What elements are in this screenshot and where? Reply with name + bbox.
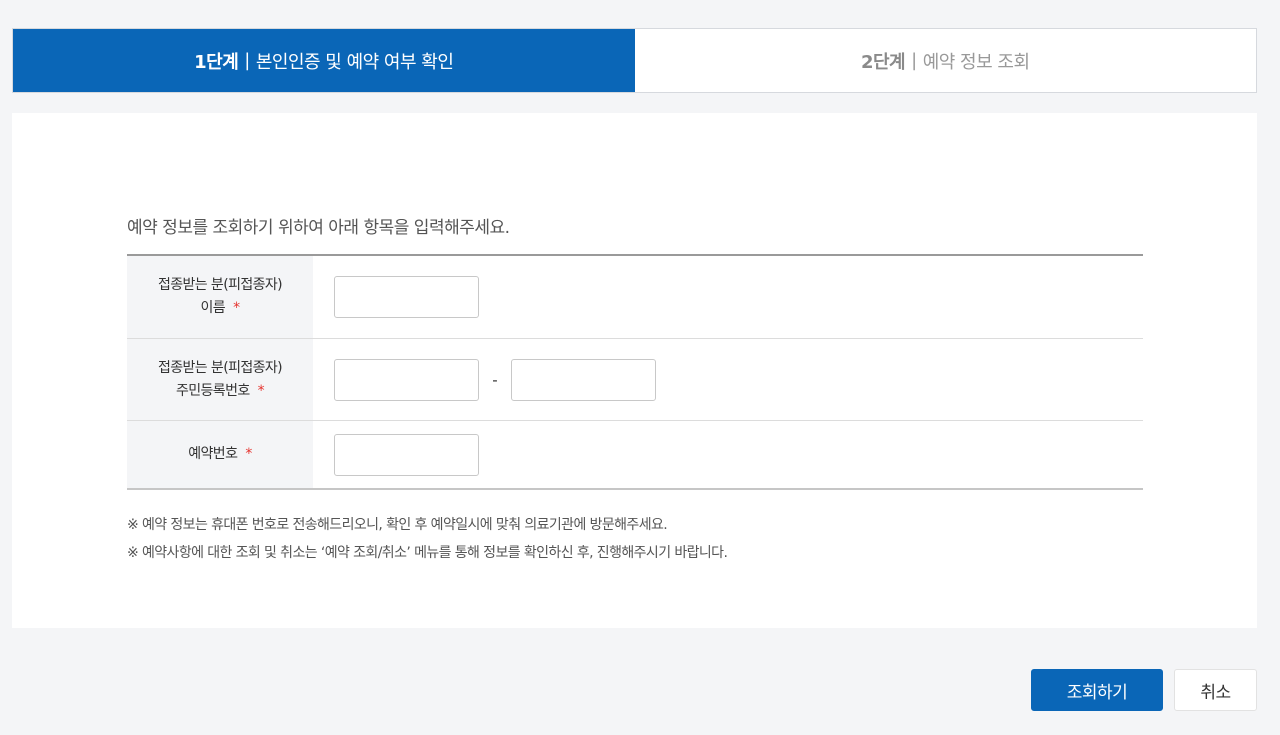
submit-button[interactable]: 조회하기: [1031, 669, 1163, 711]
name-label-line2-wrap: 이름 *: [200, 297, 241, 320]
step-1-number: 1단계: [194, 51, 239, 73]
notice-list: ※ 예약 정보는 휴대폰 번호로 전송해드리오니, 확인 후 예약일시에 맞춰 …: [127, 511, 728, 567]
name-cell: [313, 256, 1143, 338]
cancel-button[interactable]: 취소: [1174, 669, 1257, 711]
step-indicator: 1단계 | 본인인증 및 예약 여부 확인 2단계 | 예약 정보 조회: [12, 28, 1257, 93]
rrn-label-line1: 접종받는 분(피접종자): [157, 359, 283, 376]
reservation-row: 예약번호 *: [127, 420, 1143, 488]
rrn-label-line2-wrap: 주민등록번호 *: [175, 380, 265, 403]
step-1-separator: |: [244, 50, 250, 71]
reservation-label: 예약번호 *: [127, 421, 313, 488]
required-mark: *: [257, 382, 265, 399]
step-1: 1단계 | 본인인증 및 예약 여부 확인: [13, 29, 635, 92]
notice-item-2: ※ 예약사항에 대한 조회 및 취소는 ‘예약 조회/취소’ 메뉴를 통해 정보…: [127, 545, 728, 561]
name-row: 접종받는 분(피접종자) 이름 *: [127, 256, 1143, 338]
rrn-cell: -: [313, 339, 1143, 420]
name-label-line1: 접종받는 분(피접종자): [157, 277, 283, 293]
reservation-label-wrap: 예약번호 *: [188, 443, 252, 466]
rrn-separator: -: [492, 370, 498, 389]
form-intro: 예약 정보를 조회하기 위하여 아래 항목을 입력해주세요.: [127, 218, 510, 238]
required-mark: *: [245, 446, 252, 462]
rrn-label-line2: 주민등록번호: [175, 382, 250, 399]
step-2-separator: |: [911, 50, 917, 71]
name-input[interactable]: [334, 276, 479, 318]
notice-item-1: ※ 예약 정보는 휴대폰 번호로 전송해드리오니, 확인 후 예약일시에 맞춰 …: [127, 517, 668, 533]
reservation-number-input[interactable]: [334, 433, 479, 476]
step-2: 2단계 | 예약 정보 조회: [634, 29, 1256, 92]
step-2-label: 예약 정보 조회: [922, 51, 1030, 73]
form-panel: 예약 정보를 조회하기 위하여 아래 항목을 입력해주세요. 접종받는 분(피접…: [12, 113, 1257, 628]
rrn-label: 접종받는 분(피접종자) 주민등록번호 *: [127, 339, 313, 420]
step-1-label: 본인인증 및 예약 여부 확인: [255, 51, 454, 73]
rrn-row: 접종받는 분(피접종자) 주민등록번호 * -: [127, 338, 1143, 420]
step-2-number: 2단계: [860, 51, 906, 73]
name-label: 접종받는 분(피접종자) 이름 *: [127, 256, 313, 338]
name-label-line2: 이름: [200, 300, 226, 316]
required-mark: *: [233, 300, 240, 316]
rrn-front-input[interactable]: [334, 358, 479, 401]
form-table: 접종받는 분(피접종자) 이름 * 접종받는 분(피접종자) 주민등록번호 * -: [127, 254, 1143, 490]
reservation-label-text: 예약번호: [188, 446, 238, 462]
rrn-back-input[interactable]: [511, 358, 656, 401]
reservation-cell: [313, 421, 1143, 488]
